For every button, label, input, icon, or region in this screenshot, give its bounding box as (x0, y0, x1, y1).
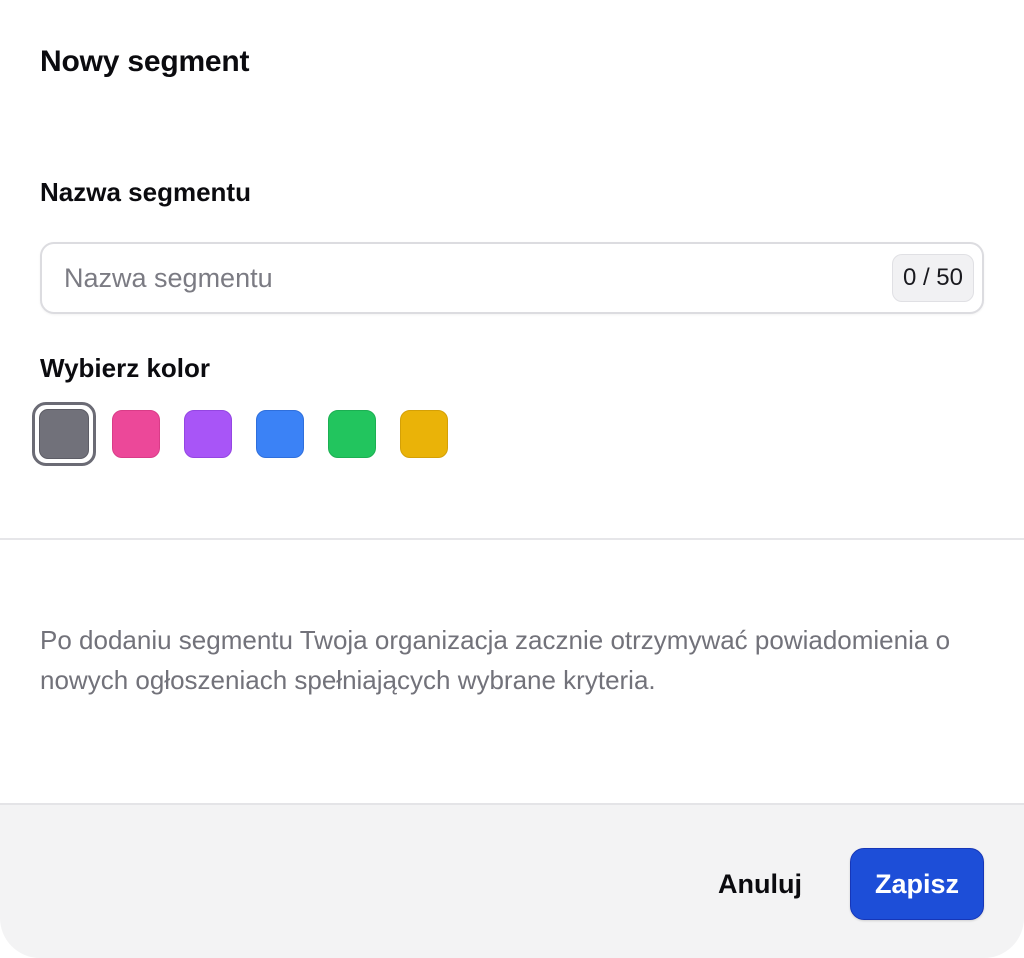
color-picker-label: Wybierz kolor (40, 353, 211, 383)
cancel-button[interactable]: Anuluj (700, 849, 820, 919)
dialog-footer: Anuluj Zapisz (0, 803, 1024, 958)
divider (0, 538, 1024, 540)
color-swatch-fill (39, 409, 89, 459)
segment-name-label: Nazwa segmentu (40, 177, 251, 207)
segment-name-input[interactable] (64, 244, 864, 312)
color-swatch-blue[interactable] (256, 410, 304, 458)
color-swatch-purple[interactable] (184, 410, 232, 458)
color-swatch-yellow[interactable] (400, 410, 448, 458)
new-segment-dialog: Nowy segment Nazwa segmentu 0 / 50 Wybie… (0, 0, 1024, 958)
dialog-title: Nowy segment (40, 45, 250, 78)
character-counter: 0 / 50 (891, 254, 974, 302)
color-swatch-green[interactable] (328, 410, 376, 458)
color-swatch-pink[interactable] (112, 410, 160, 458)
color-swatch-gray[interactable] (32, 402, 96, 466)
save-button[interactable]: Zapisz (850, 848, 984, 920)
segment-name-field[interactable]: 0 / 50 (40, 242, 984, 314)
info-text: Po dodaniu segmentu Twoja organizacja za… (40, 625, 951, 695)
